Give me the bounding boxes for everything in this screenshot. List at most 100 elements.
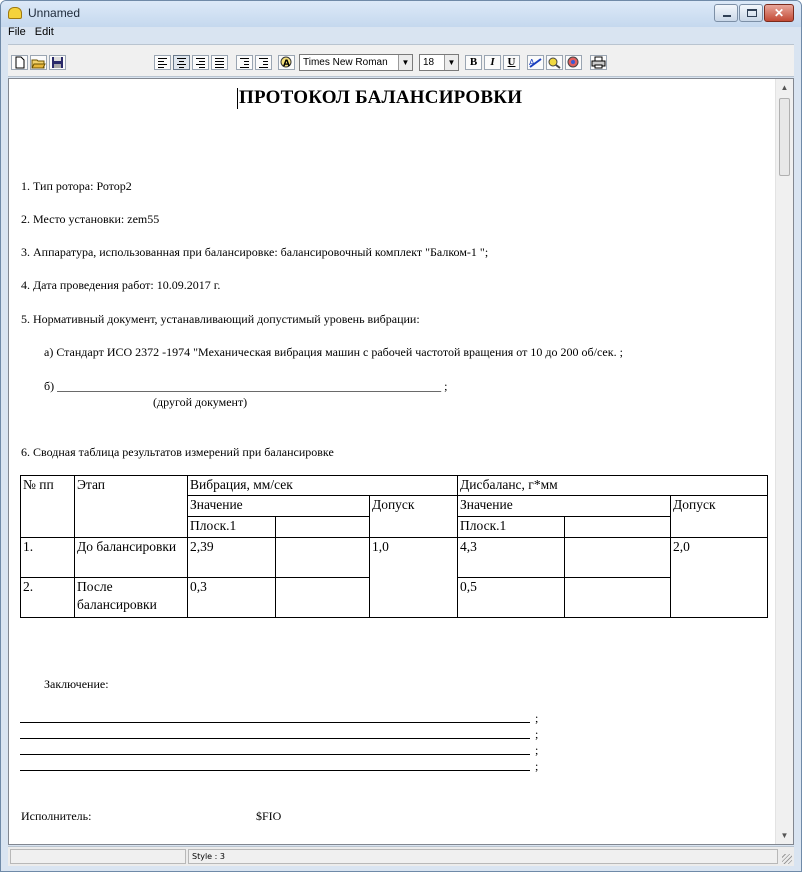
table-caption: 6. Сводная таблица результатов измерений…	[21, 445, 334, 459]
menu-file[interactable]: File	[8, 26, 26, 38]
table-cell-no: 2.	[20, 577, 75, 618]
table-header-no: № пп	[20, 475, 75, 538]
table-cell-no: 1.	[20, 537, 75, 578]
scroll-down-icon[interactable]: ▼	[776, 827, 793, 844]
open-button[interactable]	[30, 55, 47, 70]
decrease-indent-button[interactable]	[236, 55, 253, 70]
conclusion-semicolon: ;	[535, 759, 539, 773]
table-cell-vib-tolerance: 1,0	[368, 537, 459, 618]
new-document-icon	[15, 56, 25, 69]
status-style: Style : 3	[188, 849, 778, 864]
table-cell	[275, 516, 370, 538]
align-right-button[interactable]	[192, 55, 209, 70]
status-pane	[10, 849, 186, 864]
menu-edit[interactable]: Edit	[35, 26, 54, 38]
close-button[interactable]: ✕	[764, 4, 794, 22]
font-icon: A	[280, 56, 292, 69]
print-button[interactable]	[590, 55, 607, 70]
table-row: 1. До балансировки 2,39 1,0 4,3 2,0	[20, 537, 769, 618]
executor-label: Исполнитель:	[21, 809, 92, 823]
text-caret	[237, 88, 238, 109]
table-cell	[564, 537, 672, 578]
save-button[interactable]	[49, 55, 66, 70]
svg-text:A: A	[283, 59, 290, 69]
conclusion-semicolon: ;	[535, 711, 539, 725]
normative-line: 5. Нормативный документ, устанавливающий…	[21, 312, 420, 326]
font-color-icon: A	[529, 58, 542, 68]
executor-value: $FIO	[256, 809, 282, 823]
document-page[interactable]: ПРОТОКОЛ БАЛАНСИРОВКИ 1. Тип ротора: Рот…	[9, 79, 775, 844]
maximize-icon	[747, 9, 757, 17]
font-size-value: 18	[423, 57, 435, 68]
font-dialog-button[interactable]: A	[278, 55, 295, 70]
font-family-value: Times New Roman	[303, 57, 388, 68]
app-icon	[8, 7, 22, 19]
conclusion-line	[20, 754, 530, 755]
table-cell-vibration: 0,3	[187, 577, 276, 618]
chevron-down-icon: ▼	[444, 55, 458, 70]
underline-button[interactable]: U	[503, 55, 520, 70]
scroll-up-icon[interactable]: ▲	[776, 79, 793, 96]
rotor-type-line: 1. Тип ротора: Ротор2	[21, 179, 132, 193]
justify-button[interactable]	[211, 55, 228, 70]
equipment-line: 3. Аппаратура, использованная при баланс…	[21, 245, 489, 259]
table-header-imb-tolerance: Допуск	[670, 495, 769, 538]
toolbar: A Times New Roman ▼ 18 ▼ B I U A	[8, 44, 794, 77]
table-header-vib-plane: Плоск.1	[187, 516, 276, 538]
table-header-vib-value: Значение	[187, 495, 370, 517]
title-bar: Unnamed ✕	[1, 1, 801, 27]
results-table: № пп Этап Вибрация, мм/сек Дисбаланс, г*…	[20, 475, 769, 618]
background-color-icon	[567, 56, 579, 68]
printer-icon	[591, 56, 606, 69]
table-cell-vibration: 2,39	[187, 537, 276, 578]
bold-button[interactable]: B	[465, 55, 482, 70]
app-window: Unnamed ✕ File Edit A Times New Roman ▼ …	[0, 0, 802, 872]
table-cell	[275, 537, 370, 578]
increase-indent-button[interactable]	[255, 55, 272, 70]
align-left-button[interactable]	[154, 55, 171, 70]
table-header-imb-plane: Плоск.1	[457, 516, 566, 538]
save-icon	[52, 57, 63, 68]
minimize-icon	[723, 15, 731, 17]
font-color-button[interactable]: A	[527, 55, 544, 70]
table-header-vibration: Вибрация, мм/сек	[186, 475, 459, 496]
highlight-icon	[548, 57, 561, 69]
minimize-button[interactable]	[714, 4, 738, 22]
window-title: Unnamed	[28, 6, 81, 20]
chevron-down-icon: ▼	[398, 55, 412, 70]
conclusion-label: Заключение:	[44, 677, 109, 691]
font-size-select[interactable]: 18 ▼	[419, 54, 459, 71]
status-bar: Style : 3	[8, 846, 794, 866]
table-header-stage: Этап	[74, 475, 188, 538]
conclusion-line	[20, 738, 530, 739]
scroll-thumb[interactable]	[779, 98, 790, 176]
resize-grip-icon[interactable]	[782, 854, 792, 864]
table-cell-imb-tolerance: 2,0	[670, 537, 769, 618]
table-cell	[564, 577, 672, 618]
conclusion-line	[20, 770, 530, 771]
table-cell-stage: До балансировки	[74, 537, 188, 578]
table-cell-stage: После балансировки	[74, 577, 188, 618]
other-document-line: б) _____________________________________…	[44, 379, 448, 393]
table-cell	[564, 516, 672, 538]
table-cell-imbalance: 4,3	[457, 537, 566, 578]
menu-bar: File Edit	[8, 26, 60, 42]
italic-button[interactable]: I	[484, 55, 501, 70]
conclusion-semicolon: ;	[535, 743, 539, 757]
date-line: 4. Дата проведения работ: 10.09.2017 г.	[21, 278, 221, 292]
font-family-select[interactable]: Times New Roman ▼	[299, 54, 413, 71]
location-line: 2. Место установки: zem55	[21, 212, 160, 226]
align-center-button[interactable]	[173, 55, 190, 70]
document-area[interactable]: ПРОТОКОЛ БАЛАНСИРОВКИ 1. Тип ротора: Рот…	[8, 78, 794, 845]
new-document-button[interactable]	[11, 55, 28, 70]
table-header-imb-value: Значение	[457, 495, 672, 517]
conclusion-semicolon: ;	[535, 727, 539, 741]
table-header-imbalance: Дисбаланс, г*мм	[457, 475, 769, 496]
background-color-button[interactable]	[565, 55, 582, 70]
maximize-button[interactable]	[739, 4, 763, 22]
other-document-caption: (другой документ)	[153, 395, 248, 409]
table-cell-imbalance: 0,5	[457, 577, 566, 618]
vertical-scrollbar[interactable]: ▲ ▼	[775, 79, 793, 844]
highlight-button[interactable]	[546, 55, 563, 70]
close-icon: ✕	[773, 6, 785, 20]
